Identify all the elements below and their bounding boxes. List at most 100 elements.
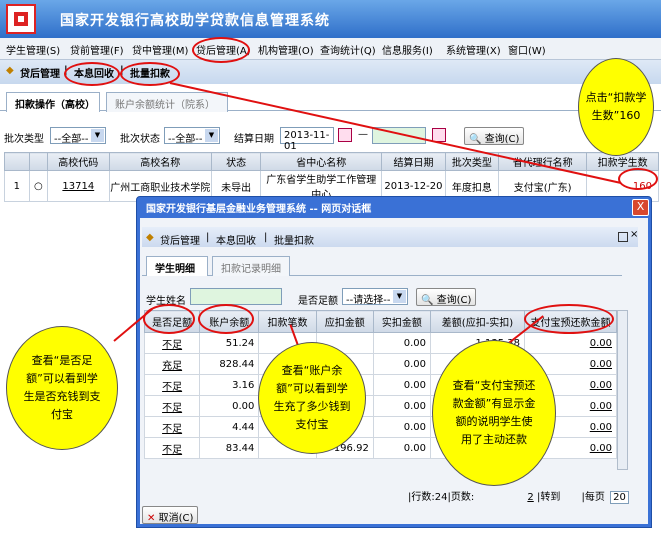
table-row: 充足 828.44 0.00 0.00 [143,353,617,375]
actual-amount: 0.00 [372,416,432,438]
search-icon: 🔍 [469,134,482,145]
enough-select[interactable]: --请选择-- [342,288,408,306]
balance: 4.44 [199,416,260,438]
batch-status-select[interactable]: --全部-- [164,127,220,145]
highlight-ellipse [198,304,254,334]
pager-per-label: |每页 [581,492,605,503]
col-header: 省中心名称 [260,152,383,171]
batch-type-select[interactable]: --全部-- [50,127,106,145]
query-button[interactable]: 🔍 查询(C) [464,127,525,145]
pager-page[interactable]: 2 [527,492,533,503]
breadcrumb-root[interactable]: 贷后管理 [20,65,60,80]
menu-inloan[interactable]: 贷中管理(M) [132,42,188,57]
callout-text: 点击“扣款学生数”160 [585,91,647,122]
actual-amount: 0.00 [372,332,432,354]
menu-info[interactable]: 信息服务(I) [382,42,433,57]
callout-bubble: 查看“是否足额”可以看到学生是否充钱到支付宝 [6,326,118,450]
cancel-button[interactable]: ✕ 取消(C) [142,506,199,524]
row-radio[interactable]: ○ [28,170,49,202]
col-header [4,152,30,171]
diamond-icon: ◆ [6,65,14,76]
col-header: 应扣金额 [315,310,374,333]
school-code-link[interactable]: 13714 [47,170,110,202]
calendar-icon[interactable] [338,128,352,142]
highlight-ellipse [192,37,250,63]
batch-status-label: 批次状态 [120,134,160,145]
balance: 0.00 [199,395,260,417]
actual-amount: 0.00 [372,353,432,375]
settle-date-label: 结算日期 [234,134,274,145]
enough-link[interactable]: 不足 [143,374,201,396]
callout-text: 查看“支付宝预还款金额”有显示金额的说明学生使用了主动还款 [452,379,536,446]
callout-text: 查看“账户余额”可以看到学生充了多少钱到支付宝 [273,364,351,431]
pager-per-input[interactable]: 20 [610,491,629,504]
dialog-title: 国家开发银行基层金融业务管理系统 -- 网页对话框 [146,204,372,215]
col-header: 实扣金额 [372,310,432,333]
balance: 51.24 [199,332,260,354]
pager-goto[interactable]: |转到 [537,492,560,503]
highlight-ellipse [618,168,658,190]
col-header [28,152,49,171]
col-header: 结算日期 [381,152,446,171]
balance: 828.44 [199,353,260,375]
date-dash: — [358,129,368,140]
batch-table: 高校代码 高校名称 状态 省中心名称 结算日期 批次类型 省代理行名称 扣款学生… [4,152,659,202]
pager: |行数:24|页数: 2 |转到 |每页 20 [408,488,629,504]
menu-bar: 学生管理(S) 贷前管理(F) 贷中管理(M) 贷后管理(A) 机构管理(O) … [0,38,661,60]
col-header: 高校名称 [108,152,213,171]
actual-amount: 0.00 [372,437,432,459]
menu-window[interactable]: 窗口(W) [508,42,546,57]
dialog-query-button[interactable]: 🔍 查询(C) [416,288,477,306]
dialog-breadcrumb-root[interactable]: 贷后管理 [160,232,200,247]
callout-bubble: 查看“支付宝预还款金额”有显示金额的说明学生使用了主动还款 [432,340,556,486]
tab-deduct-record[interactable]: 扣款记录明细 [212,256,290,276]
menu-preloan[interactable]: 贷前管理(F) [70,42,124,57]
tab-balance[interactable]: 账户余额统计（院系） [106,92,228,112]
tab-deduct[interactable]: 扣款操作（高校） [6,92,100,112]
breadcrumb-sep: | [264,232,268,243]
table-row: 不足51.240.001,135.380.00 [143,332,617,354]
enough-link[interactable]: 不足 [143,416,201,438]
menu-org[interactable]: 机构管理(O) [258,42,314,57]
col-header: 状态 [211,152,262,171]
callout-text: 查看“是否足额”可以看到学生是否充钱到支付宝 [23,354,101,421]
dialog-breadcrumb-recovery[interactable]: 本息回收 [216,232,256,247]
settle-date-from[interactable]: 2013-11-01 [280,127,334,152]
col-header: 高校代码 [47,152,110,171]
enough-link[interactable]: 不足 [143,395,201,417]
diamond-icon: ◆ [146,232,154,243]
close-icon[interactable]: X [632,199,649,216]
breadcrumb-sep: | [206,232,210,243]
batch-type-label: 批次类型 [4,134,44,145]
search-icon: 🔍 [421,295,434,306]
maximize-icon[interactable] [618,232,628,242]
close-small-icon[interactable]: × [630,229,638,240]
menu-student[interactable]: 学生管理(S) [6,42,60,57]
balance: 3.16 [199,374,260,396]
actual-amount: 0.00 [372,374,432,396]
bank-logo-icon [6,4,36,34]
dialog-breadcrumb: ◆ 贷后管理 | 本息回收 | 批量扣款 × [142,227,638,247]
menu-system[interactable]: 系统管理(X) [446,42,501,57]
tab-student-detail[interactable]: 学生明细 [146,256,208,276]
col-header: 省代理行名称 [498,152,588,171]
callout-bubble: 点击“扣款学生数”160 [578,58,654,156]
enough-label: 是否足额 [298,296,338,307]
pager-info: |行数:24|页数: [408,492,475,503]
enough-link[interactable]: 充足 [143,353,201,375]
student-name-input[interactable] [190,288,282,305]
enough-link[interactable]: 不足 [143,332,201,354]
actual-amount: 0.00 [372,395,432,417]
scrollbar[interactable] [617,310,628,470]
app-title: 国家开发银行高校助学贷款信息管理系统 [60,13,330,29]
enough-link[interactable]: 不足 [143,437,201,459]
dialog-breadcrumb-batch[interactable]: 批量扣款 [274,232,314,247]
prepay-link[interactable]: 0.00 [524,332,617,354]
callout-bubble: 查看“账户余额”可以看到学生充了多少钱到支付宝 [258,342,366,454]
col-header: 差额(应扣-实扣) [430,310,525,333]
menu-query[interactable]: 查询统计(Q) [320,42,376,57]
balance: 83.44 [199,437,260,459]
highlight-ellipse [64,62,120,86]
row-index: 1 [4,170,30,202]
col-header: 扣款笔数 [258,310,317,333]
